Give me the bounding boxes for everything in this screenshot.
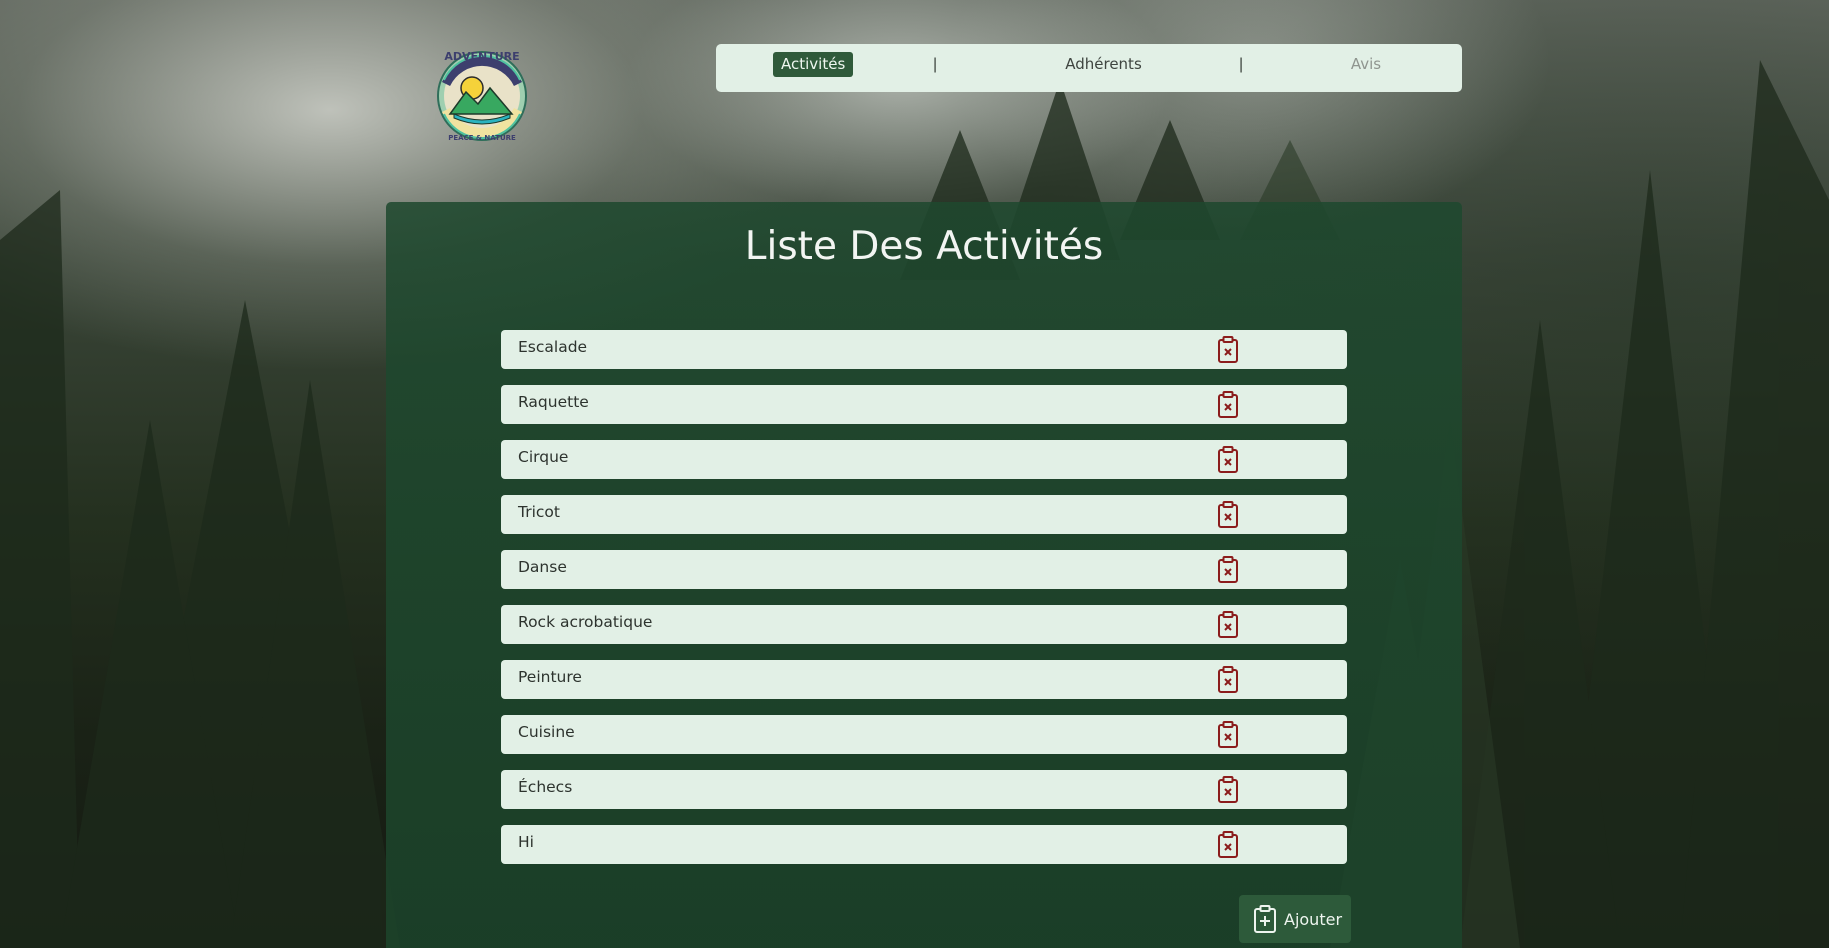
page-title: Liste Des Activités bbox=[744, 224, 1104, 269]
activity-list: Escalade Raquette Cirque Tricot Danse Ro… bbox=[501, 330, 1347, 880]
nav-item-adherents[interactable]: Adhérents bbox=[1051, 52, 1156, 77]
clipboard-x-icon[interactable] bbox=[1217, 611, 1239, 638]
list-item: Escalade bbox=[501, 330, 1347, 369]
list-item: Cirque bbox=[501, 440, 1347, 479]
activity-name: Escalade bbox=[518, 338, 588, 356]
logo-top-text: ADVENTURE bbox=[444, 50, 519, 63]
add-button-label: Ajouter bbox=[1284, 910, 1343, 929]
activity-name: Danse bbox=[518, 558, 567, 576]
main-nav: Activités | Adhérents | Avis bbox=[716, 44, 1462, 92]
activity-name: Cirque bbox=[518, 448, 569, 466]
list-item: Cuisine bbox=[501, 715, 1347, 754]
clipboard-plus-icon bbox=[1254, 905, 1276, 933]
activity-name: Raquette bbox=[518, 393, 589, 411]
list-item: Danse bbox=[501, 550, 1347, 589]
add-activity-button[interactable]: Ajouter bbox=[1239, 895, 1351, 943]
activity-name: Peinture bbox=[518, 668, 582, 686]
clipboard-x-icon[interactable] bbox=[1217, 666, 1239, 693]
list-item: Hi bbox=[501, 825, 1347, 864]
activity-name: Rock acrobatique bbox=[518, 613, 653, 631]
activity-name: Cuisine bbox=[518, 723, 575, 741]
logo-bottom-text: PEACE & NATURE bbox=[448, 134, 516, 142]
activity-name: Hi bbox=[518, 833, 534, 851]
clipboard-x-icon[interactable] bbox=[1217, 391, 1239, 418]
list-item: Tricot bbox=[501, 495, 1347, 534]
clipboard-x-icon[interactable] bbox=[1217, 776, 1239, 803]
list-item: Rock acrobatique bbox=[501, 605, 1347, 644]
list-item: Raquette bbox=[501, 385, 1347, 424]
activity-name: Échecs bbox=[518, 778, 573, 796]
clipboard-x-icon[interactable] bbox=[1217, 721, 1239, 748]
nav-separator: | bbox=[1239, 56, 1244, 73]
list-item: Peinture bbox=[501, 660, 1347, 699]
clipboard-x-icon[interactable] bbox=[1217, 501, 1239, 528]
nav-separator: | bbox=[933, 56, 938, 73]
activities-panel: Liste Des Activités Escalade Raquette Ci… bbox=[386, 202, 1462, 948]
list-item: Échecs bbox=[501, 770, 1347, 809]
nav-item-activites[interactable]: Activités bbox=[773, 52, 854, 77]
clipboard-x-icon[interactable] bbox=[1217, 336, 1239, 363]
clipboard-x-icon[interactable] bbox=[1217, 446, 1239, 473]
clipboard-x-icon[interactable] bbox=[1217, 556, 1239, 583]
adventure-logo: ADVENTURE PEACE & NATURE bbox=[437, 50, 527, 142]
activity-name: Tricot bbox=[518, 503, 560, 521]
nav-item-avis[interactable]: Avis bbox=[1341, 52, 1391, 77]
clipboard-x-icon[interactable] bbox=[1217, 831, 1239, 858]
